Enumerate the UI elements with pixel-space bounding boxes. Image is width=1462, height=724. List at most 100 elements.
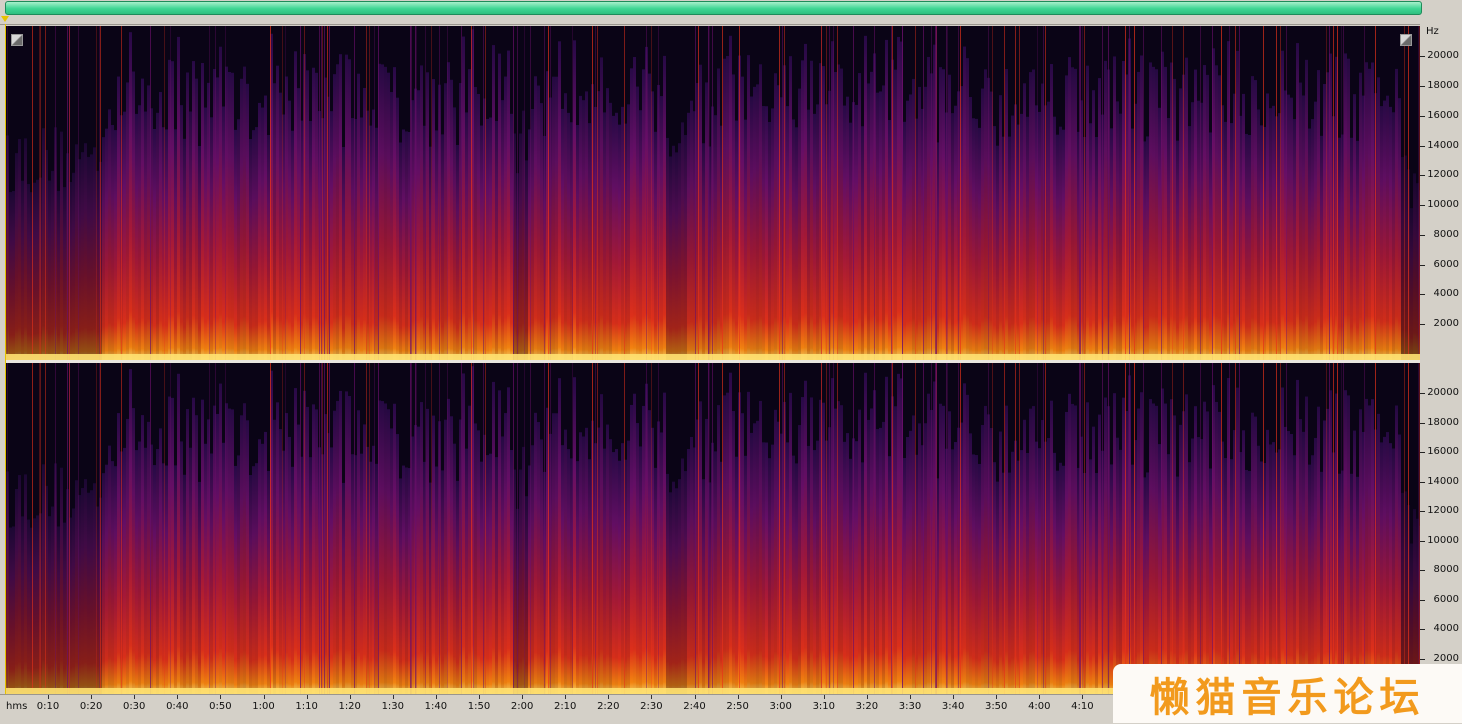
spectrogram-column (726, 392, 729, 694)
spectrogram-column (1311, 119, 1314, 360)
spectrogram-column (1368, 68, 1371, 360)
transient-line (1108, 26, 1109, 360)
transient-line (32, 363, 33, 694)
spectrogram-column (843, 441, 846, 694)
spectrogram-column (747, 391, 750, 694)
time-tick (737, 695, 739, 699)
spectrogram-column (723, 395, 726, 694)
transient-line (329, 26, 330, 360)
spectrogram-column (360, 453, 363, 694)
transient-line (300, 363, 301, 694)
spectrogram-column (1164, 66, 1167, 360)
spectrogram-column (51, 506, 54, 694)
spectrogram-column (1392, 112, 1395, 360)
spectrogram-column (951, 113, 954, 360)
freq-tick-label: 4000 (1433, 288, 1459, 300)
spectrogram-column (504, 413, 507, 694)
spectrogram-channel-left[interactable] (6, 26, 1420, 360)
spectrogram-column (1116, 101, 1119, 360)
spectrogram-column (519, 133, 522, 360)
transient-line (40, 363, 41, 694)
spectrogram-column (963, 46, 966, 360)
spectrogram-column (189, 111, 192, 360)
spectrogram-column (534, 412, 537, 694)
spectrogram-column (1296, 379, 1299, 694)
spectrogram-column (333, 74, 336, 360)
spectrogram-column (678, 479, 681, 694)
spectrogram-column (561, 445, 564, 694)
spectrogram-column (753, 86, 756, 360)
spectrogram-column (1269, 444, 1272, 694)
spectrogram-column (1359, 72, 1362, 360)
transient-line (99, 363, 100, 694)
transient-line (1341, 363, 1342, 694)
spectrogram-column (312, 404, 315, 694)
spectrogram-column (600, 394, 603, 694)
spectrogram-column (1347, 58, 1350, 360)
spectrogram-column (1176, 140, 1179, 360)
spectrogram-column (435, 130, 438, 360)
spectrogram-column (510, 450, 513, 694)
spectrogram-column (1047, 438, 1050, 694)
transient-line (784, 363, 785, 694)
transient-line (1326, 363, 1327, 694)
spectrogram-column (996, 145, 999, 360)
spectrogram-column (1371, 62, 1374, 360)
spectrogram-column (666, 473, 669, 694)
spectrogram-column (1065, 75, 1068, 360)
transient-line (1337, 363, 1338, 694)
time-tick-label: 0:40 (166, 701, 189, 712)
spectrogram-column (555, 413, 558, 694)
transient-line (1080, 363, 1081, 694)
spectrogram-column (669, 156, 672, 360)
spectrogram-column (846, 433, 849, 694)
spectrogram-column (330, 111, 333, 360)
spectrogram-column (432, 415, 435, 694)
transient-line (658, 26, 659, 360)
spectrogram-column (1209, 132, 1212, 360)
zoom-corner-left-icon[interactable] (11, 34, 23, 46)
spectrogram-column (969, 97, 972, 360)
spectrogram-column (345, 391, 348, 694)
spectrogram-column (336, 64, 339, 360)
spectrogram-column (723, 58, 726, 360)
transient-line (1015, 363, 1016, 694)
spectrogram-column (798, 88, 801, 360)
transient-line (354, 363, 355, 694)
transient-line (96, 363, 97, 694)
spectrogram-column (24, 474, 27, 694)
spectrogram-column (1218, 411, 1221, 694)
spectrogram-column (444, 83, 447, 360)
spectrogram-column (390, 92, 393, 360)
time-tick (479, 695, 480, 699)
spectrogram-column (1092, 426, 1095, 694)
transient-line (304, 26, 305, 360)
spectrogram-column (885, 39, 888, 360)
spectrogram-column (1254, 416, 1257, 694)
transient-line (960, 26, 961, 360)
freq-tick-label: 12000 (1427, 169, 1459, 181)
zoom-corner-right-icon[interactable] (1400, 34, 1412, 46)
spectrogram-column (525, 160, 528, 360)
time-tick (651, 695, 653, 699)
freq-tick (1420, 393, 1425, 395)
spectrogram-column (498, 390, 501, 694)
spectrogram-column (1251, 76, 1254, 360)
spectrogram-column (1068, 57, 1071, 360)
spectrogram-column (177, 36, 180, 360)
spectrogram-column (234, 129, 237, 360)
freq-unit-label: Hz (1426, 26, 1439, 37)
spectrogram-column (714, 451, 717, 694)
spectrogram-column (105, 128, 108, 360)
freq-tick (1420, 481, 1425, 483)
overview-waveform-bar[interactable] (5, 1, 1422, 15)
spectrogram-channel-right[interactable] (6, 363, 1420, 694)
spectrogram-column (684, 135, 687, 360)
spectrogram-column (1320, 135, 1323, 360)
spectrogram-column (1152, 66, 1155, 360)
spectrogram-column (342, 146, 345, 360)
playhead-marker-icon[interactable] (1, 16, 9, 22)
transient-line (1045, 26, 1046, 360)
spectrogram-column (474, 423, 477, 694)
spectrogram-column (1005, 69, 1008, 360)
